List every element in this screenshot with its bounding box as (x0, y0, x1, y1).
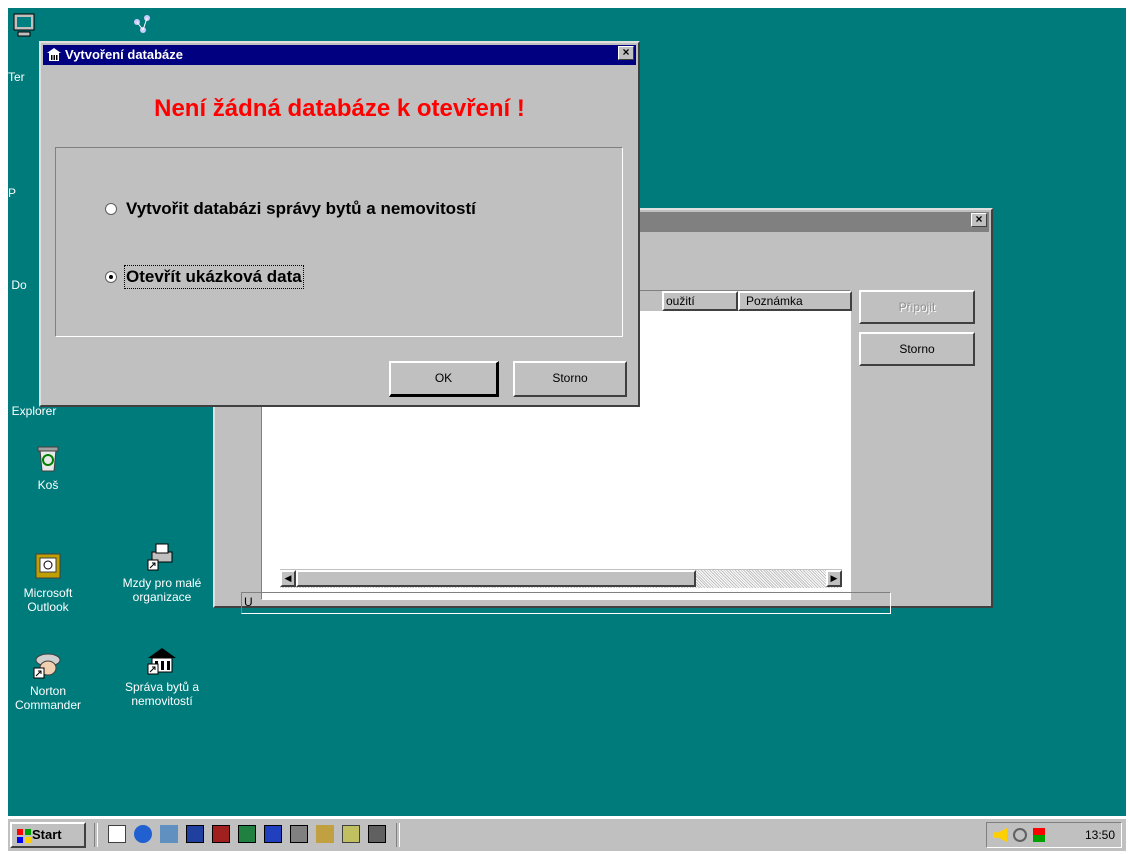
option-label: Vytvořit databázi správy bytů a nemovito… (126, 199, 476, 218)
ok-button-label: OK (434, 371, 453, 385)
scroll-right-button[interactable]: ▶ (826, 570, 842, 587)
windows-logo-icon (17, 829, 31, 843)
status-tray-icon[interactable] (1033, 828, 1045, 842)
taskbar: Start 13:50 (8, 817, 1126, 851)
desktop-icon-label: Koš (37, 478, 59, 492)
status-text: U (244, 595, 253, 609)
connect-button[interactable]: Připojit (859, 290, 975, 324)
clock: 13:50 (1084, 828, 1115, 842)
desktop-icon-label: Ter (8, 70, 25, 84)
horizontal-scrollbar[interactable]: ◀ ▶ (280, 569, 842, 588)
ok-button[interactable]: OK (389, 361, 499, 397)
cancel-button[interactable]: Storno (513, 361, 627, 397)
start-label: Start (32, 827, 62, 842)
desktop-icon-sprava-bytu[interactable]: Správa bytů a nemovitostí (115, 644, 209, 708)
speaker-icon[interactable] (993, 828, 1007, 842)
network-icon (134, 15, 150, 33)
column-header-label: oužití (666, 294, 695, 308)
start-button[interactable]: Start (10, 822, 86, 848)
desktop-icon-outlook[interactable]: Microsoft Outlook (8, 550, 88, 614)
word-icon[interactable] (186, 825, 204, 843)
book-icon[interactable] (342, 825, 360, 843)
drive-icon[interactable] (290, 825, 308, 843)
system-tray: 13:50 (986, 822, 1122, 848)
create-database-dialog[interactable]: Vytvoření databáze × Není žádná databáze… (39, 41, 640, 407)
connect-button-label: Připojit (898, 300, 936, 314)
building-icon (47, 48, 61, 61)
scroll-left-button[interactable]: ◀ (280, 570, 296, 587)
excel-icon[interactable] (238, 825, 256, 843)
desktop-icon-label: Norton Commander (14, 684, 82, 712)
gear-icon[interactable] (368, 825, 386, 843)
connection-window-close-button[interactable]: × (971, 213, 987, 227)
back-cancel-button[interactable]: Storno (859, 332, 975, 366)
desktop-icon-recycle-bin[interactable]: Koš (8, 442, 88, 492)
desktop-icon-label: Do (11, 278, 27, 292)
desktop-icon-norton-commander[interactable]: Norton Commander (8, 648, 88, 712)
building-shortcut-icon (147, 648, 176, 675)
desktop-icon-label: Správa bytů a nemovitostí (124, 680, 200, 708)
desktop: Ter P Do Explorer Koš Microsoft Outlook … (8, 8, 1126, 816)
access-icon[interactable] (264, 825, 282, 843)
status-strip: U (241, 592, 891, 614)
desktop-icon-label: P (8, 186, 16, 200)
quicklaunch-end-divider (396, 823, 400, 847)
cancel-button-label: Storno (552, 371, 588, 385)
dialog-heading: Není žádná databáze k otevření ! (154, 95, 525, 122)
back-cancel-button-label: Storno (899, 342, 935, 356)
printer-shortcut-icon (147, 543, 173, 571)
computer-icon (13, 13, 35, 37)
pencil-icon[interactable] (108, 825, 126, 843)
norton-commander-icon (33, 653, 61, 679)
dialog-title: Vytvoření databáze (65, 47, 184, 62)
dialog-titlebar[interactable]: Vytvoření databáze (43, 45, 636, 65)
recycle-bin-icon (37, 446, 59, 472)
column-header-note[interactable]: Poznámka (738, 291, 852, 311)
dialog-close-button[interactable]: × (618, 46, 634, 60)
internet-explorer-icon[interactable] (134, 825, 152, 843)
powerpoint-icon[interactable] (212, 825, 230, 843)
network-tray-icon[interactable] (1013, 828, 1027, 842)
radio-create-database[interactable] (105, 203, 117, 215)
column-header-usage[interactable]: oužití (662, 291, 738, 311)
desktop-icon-label: Microsoft Outlook (23, 586, 73, 614)
tools-icon[interactable] (316, 825, 334, 843)
outlook-icon[interactable] (160, 825, 178, 843)
column-header-label: Poznámka (746, 294, 803, 308)
radio-open-sample[interactable] (105, 271, 117, 283)
quicklaunch-divider (94, 823, 98, 847)
option-label: Otevřít ukázková data (124, 265, 304, 289)
scroll-thumb[interactable] (296, 570, 696, 587)
outlook-icon (35, 553, 61, 579)
desktop-icon-label: Mzdy pro malé organizace (122, 576, 202, 604)
desktop-icon-mzdy[interactable]: Mzdy pro malé organizace (115, 540, 209, 604)
options-group (55, 147, 623, 337)
